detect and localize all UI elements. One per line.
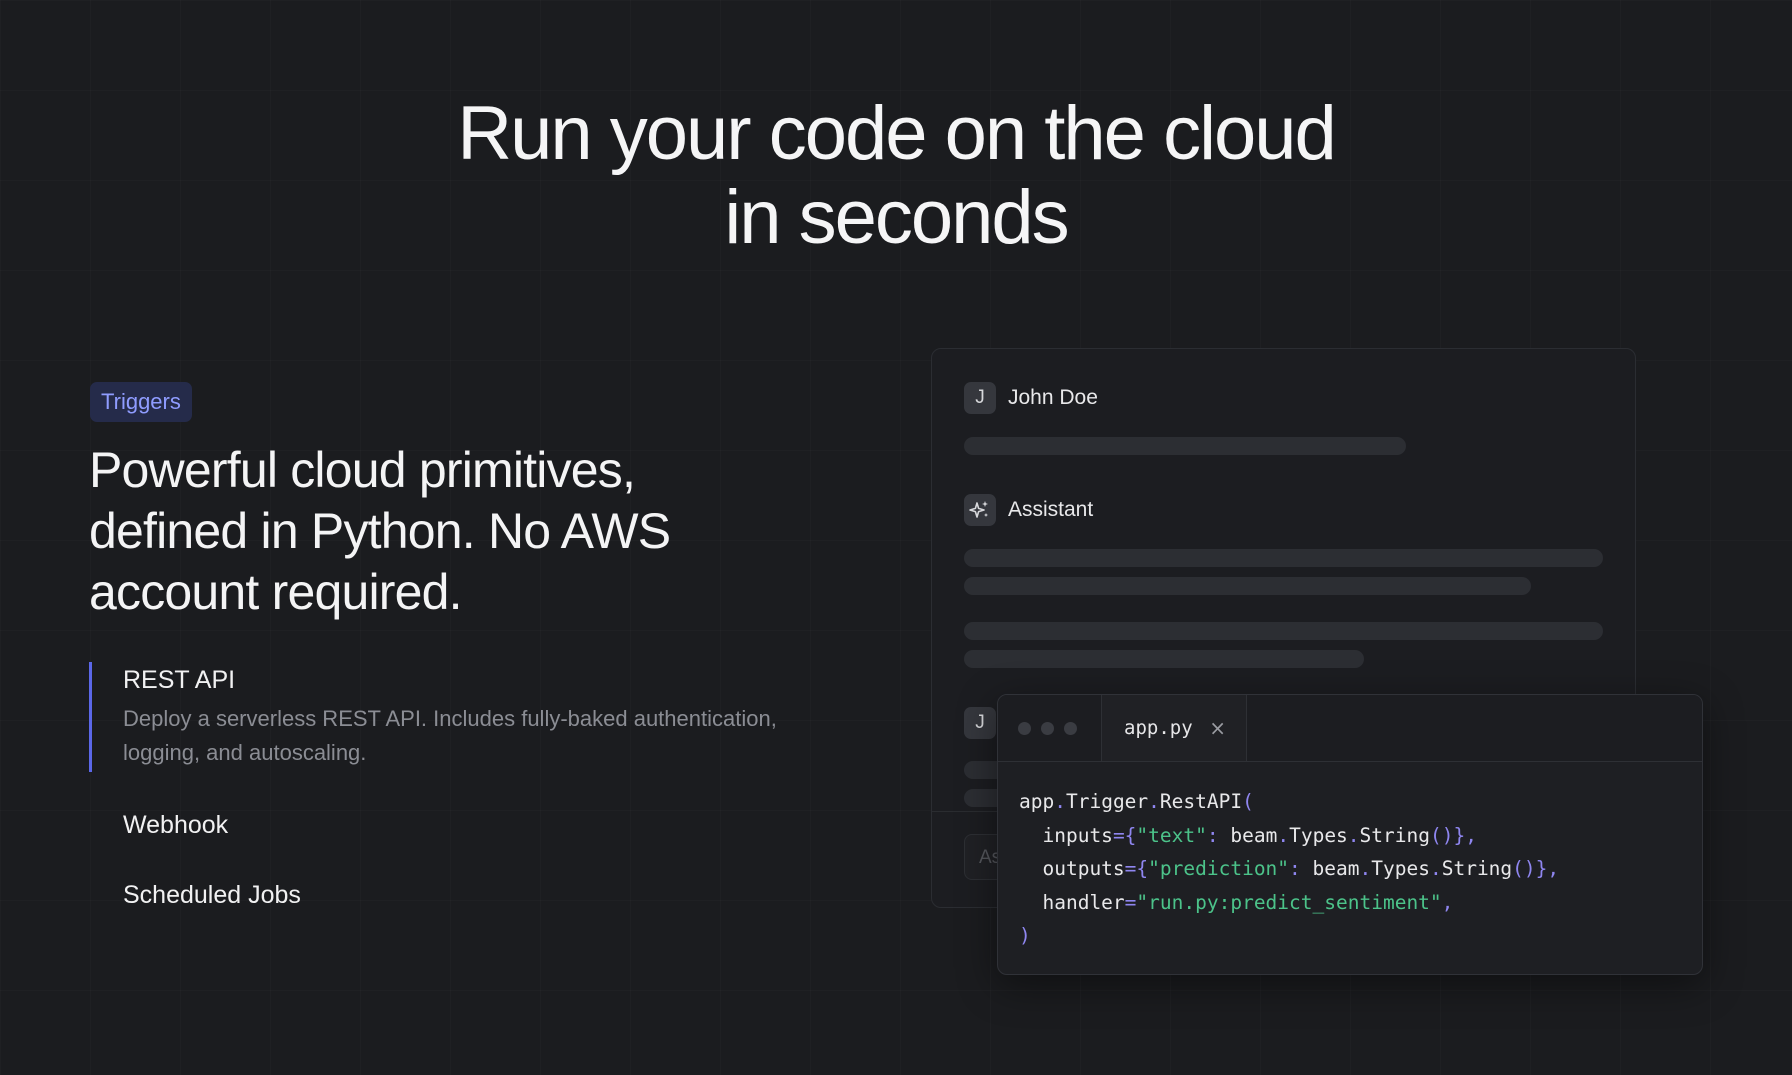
user-name: John Doe xyxy=(1008,386,1098,409)
feature-item-rest-api[interactable]: REST API Deploy a serverless REST API. I… xyxy=(89,662,849,772)
feature-heading: Powerful cloud primitives, defined in Py… xyxy=(89,440,789,623)
feature-description-line-1: Deploy a serverless REST API. Includes f… xyxy=(123,706,777,731)
feature-heading-line-3: account required. xyxy=(89,564,463,620)
tab-app-py[interactable]: app.py × xyxy=(1101,695,1247,761)
window-control-dot[interactable] xyxy=(1041,722,1054,735)
feature-list: REST API Deploy a serverless REST API. I… xyxy=(89,662,849,913)
feature-description-line-2: logging, and autoscaling. xyxy=(123,740,367,765)
feature-title: REST API xyxy=(123,666,236,694)
hero-title-line-1: Run your code on the cloud xyxy=(457,91,1337,176)
feature-title: Webhook xyxy=(123,811,229,839)
triggers-badge: Triggers xyxy=(90,382,192,422)
message-placeholder-line xyxy=(964,622,1603,640)
feature-item-scheduled-jobs[interactable]: Scheduled Jobs xyxy=(89,877,849,913)
sparkle-icon xyxy=(964,494,996,526)
editor-title-bar: app.py × xyxy=(998,695,1702,762)
feature-heading-line-2: defined in Python. No AWS xyxy=(89,503,671,559)
message-placeholder-line xyxy=(964,577,1531,595)
message-placeholder-line xyxy=(964,437,1406,455)
window-controls xyxy=(1018,722,1077,735)
code-editor-window: app.py × app.Trigger.RestAPI( inputs={"t… xyxy=(997,694,1703,975)
hero-title-line-2: in seconds xyxy=(724,175,1069,260)
user-avatar: J xyxy=(964,707,996,739)
hero-title: Run your code on the cloud in seconds xyxy=(0,92,1792,260)
message-placeholder-line xyxy=(964,650,1364,668)
feature-description: Deploy a serverless REST API. Includes f… xyxy=(123,702,849,770)
window-control-dot[interactable] xyxy=(1018,722,1031,735)
close-icon[interactable]: × xyxy=(1209,695,1226,761)
code-block: app.Trigger.RestAPI( inputs={"text": bea… xyxy=(1019,790,1560,947)
sparkle-icon-svg xyxy=(969,501,988,518)
feature-heading-line-1: Powerful cloud primitives, xyxy=(89,442,636,498)
assistant-name: Assistant xyxy=(1008,498,1094,521)
feature-item-webhook[interactable]: Webhook xyxy=(89,807,849,843)
feature-title: Scheduled Jobs xyxy=(123,881,301,909)
user-avatar: J xyxy=(964,382,996,414)
message-placeholder-line xyxy=(964,549,1603,567)
tab-label: app.py xyxy=(1124,717,1193,739)
window-control-dot[interactable] xyxy=(1064,722,1077,735)
